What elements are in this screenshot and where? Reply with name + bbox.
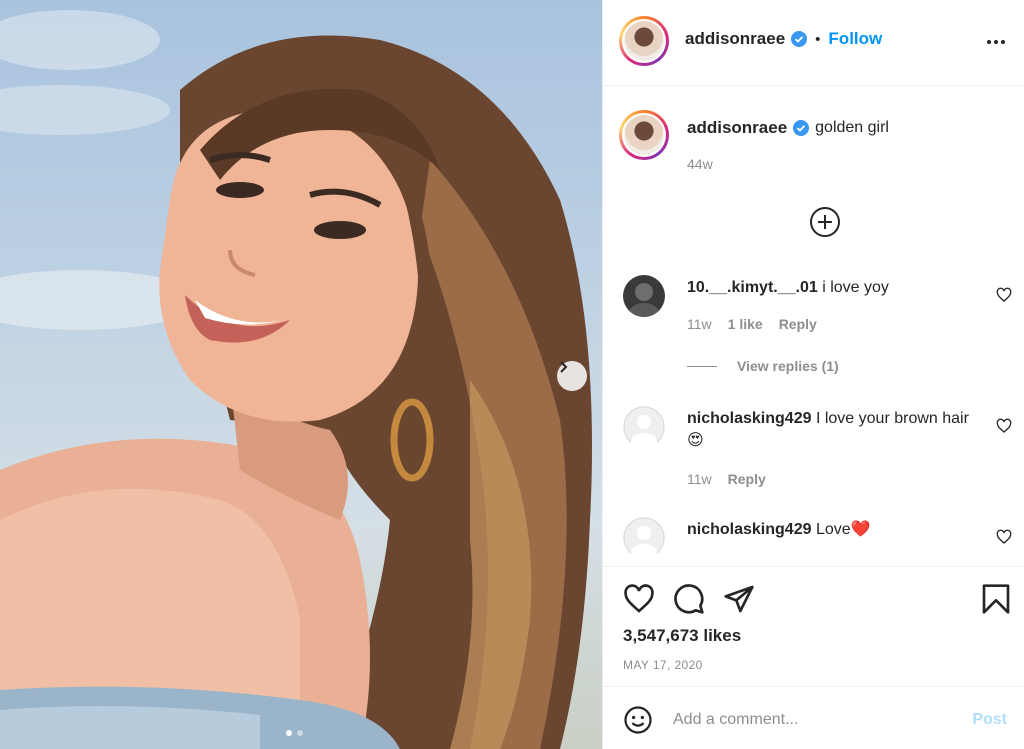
caption: addisonraee golden girl — [687, 117, 889, 139]
emoji-button[interactable] — [623, 705, 653, 740]
comment-username[interactable]: 10.__.kimyt.__.01 — [687, 279, 818, 296]
view-replies-button[interactable]: View replies (1) — [687, 358, 839, 374]
like-comment-button[interactable] — [996, 529, 1012, 550]
comment-age: 11w — [687, 471, 712, 487]
comment-username[interactable]: nicholasking429 — [687, 410, 812, 427]
caption-age: 44w — [687, 156, 713, 172]
comment-age: 11w — [687, 316, 712, 332]
like-comment-button[interactable] — [996, 418, 1012, 439]
heart-icon — [624, 584, 654, 613]
caption-author-avatar[interactable] — [619, 110, 669, 160]
smiley-icon — [624, 706, 652, 734]
caption-username[interactable]: addisonraee — [687, 118, 787, 138]
header-separator: • — [815, 30, 821, 48]
likes-count[interactable]: 3,547,673 likes — [623, 626, 741, 646]
comment-text: i love yoy — [822, 279, 889, 296]
comment-likes[interactable]: 1 like — [728, 316, 763, 332]
post-comment-button[interactable]: Post — [972, 711, 1007, 729]
like-button[interactable] — [623, 583, 655, 620]
follow-button[interactable]: Follow — [828, 29, 882, 49]
post-panel: addisonraee • Follow addisonraee golden … — [602, 0, 1024, 749]
carousel-dot — [297, 730, 303, 736]
reply-button[interactable]: Reply — [779, 316, 817, 332]
bookmark-icon — [982, 584, 1010, 614]
more-options-button[interactable] — [986, 32, 1006, 57]
comment-composer: Post — [603, 686, 1024, 749]
view-replies-label: View replies (1) — [737, 358, 839, 374]
heart-icon — [996, 418, 1012, 433]
load-more-comments-button[interactable] — [809, 206, 841, 243]
chevron-right-icon — [560, 361, 568, 373]
comment-username[interactable]: nicholasking429 — [687, 521, 812, 538]
comment-bubble-icon — [674, 584, 704, 614]
heart-icon — [996, 529, 1012, 544]
author-avatar[interactable] — [619, 16, 669, 66]
comment-2: nicholasking429 I love your brown hair 😍 — [687, 408, 987, 452]
like-comment-button[interactable] — [996, 287, 1012, 308]
plus-circle-icon — [810, 207, 840, 237]
caption-text: golden girl — [815, 119, 889, 136]
post-header: addisonraee • Follow — [603, 0, 1024, 86]
photo-illustration — [0, 10, 592, 749]
comment-3: nicholasking429 Love❤️ — [687, 519, 987, 541]
save-button[interactable] — [981, 583, 1011, 620]
carousel-indicator — [286, 730, 303, 736]
commenter-avatar[interactable] — [623, 275, 665, 317]
comment-input[interactable] — [673, 707, 943, 733]
post-photo[interactable] — [0, 0, 602, 749]
send-icon — [724, 585, 754, 613]
carousel-dot-active — [286, 730, 292, 736]
comment-button[interactable] — [673, 583, 705, 620]
heart-icon — [996, 287, 1012, 302]
share-button[interactable] — [723, 583, 755, 620]
author-username[interactable]: addisonraee — [685, 29, 785, 49]
next-photo-button[interactable] — [557, 361, 587, 391]
post-date: MAY 17, 2020 — [623, 658, 703, 672]
verified-badge-icon — [793, 120, 810, 136]
comment-meta: 11w 1 like Reply — [687, 316, 817, 332]
verified-badge-icon — [791, 31, 808, 47]
replies-divider — [687, 365, 717, 367]
comment-1: 10.__.kimyt.__.01 i love yoy — [687, 277, 987, 299]
commenter-avatar[interactable] — [623, 406, 665, 448]
comment-meta: 11w Reply — [687, 471, 766, 487]
commenter-avatar[interactable] — [623, 517, 665, 559]
reply-button[interactable]: Reply — [728, 471, 766, 487]
more-horizontal-icon — [987, 40, 1005, 44]
comment-text: Love❤️ — [815, 521, 871, 538]
